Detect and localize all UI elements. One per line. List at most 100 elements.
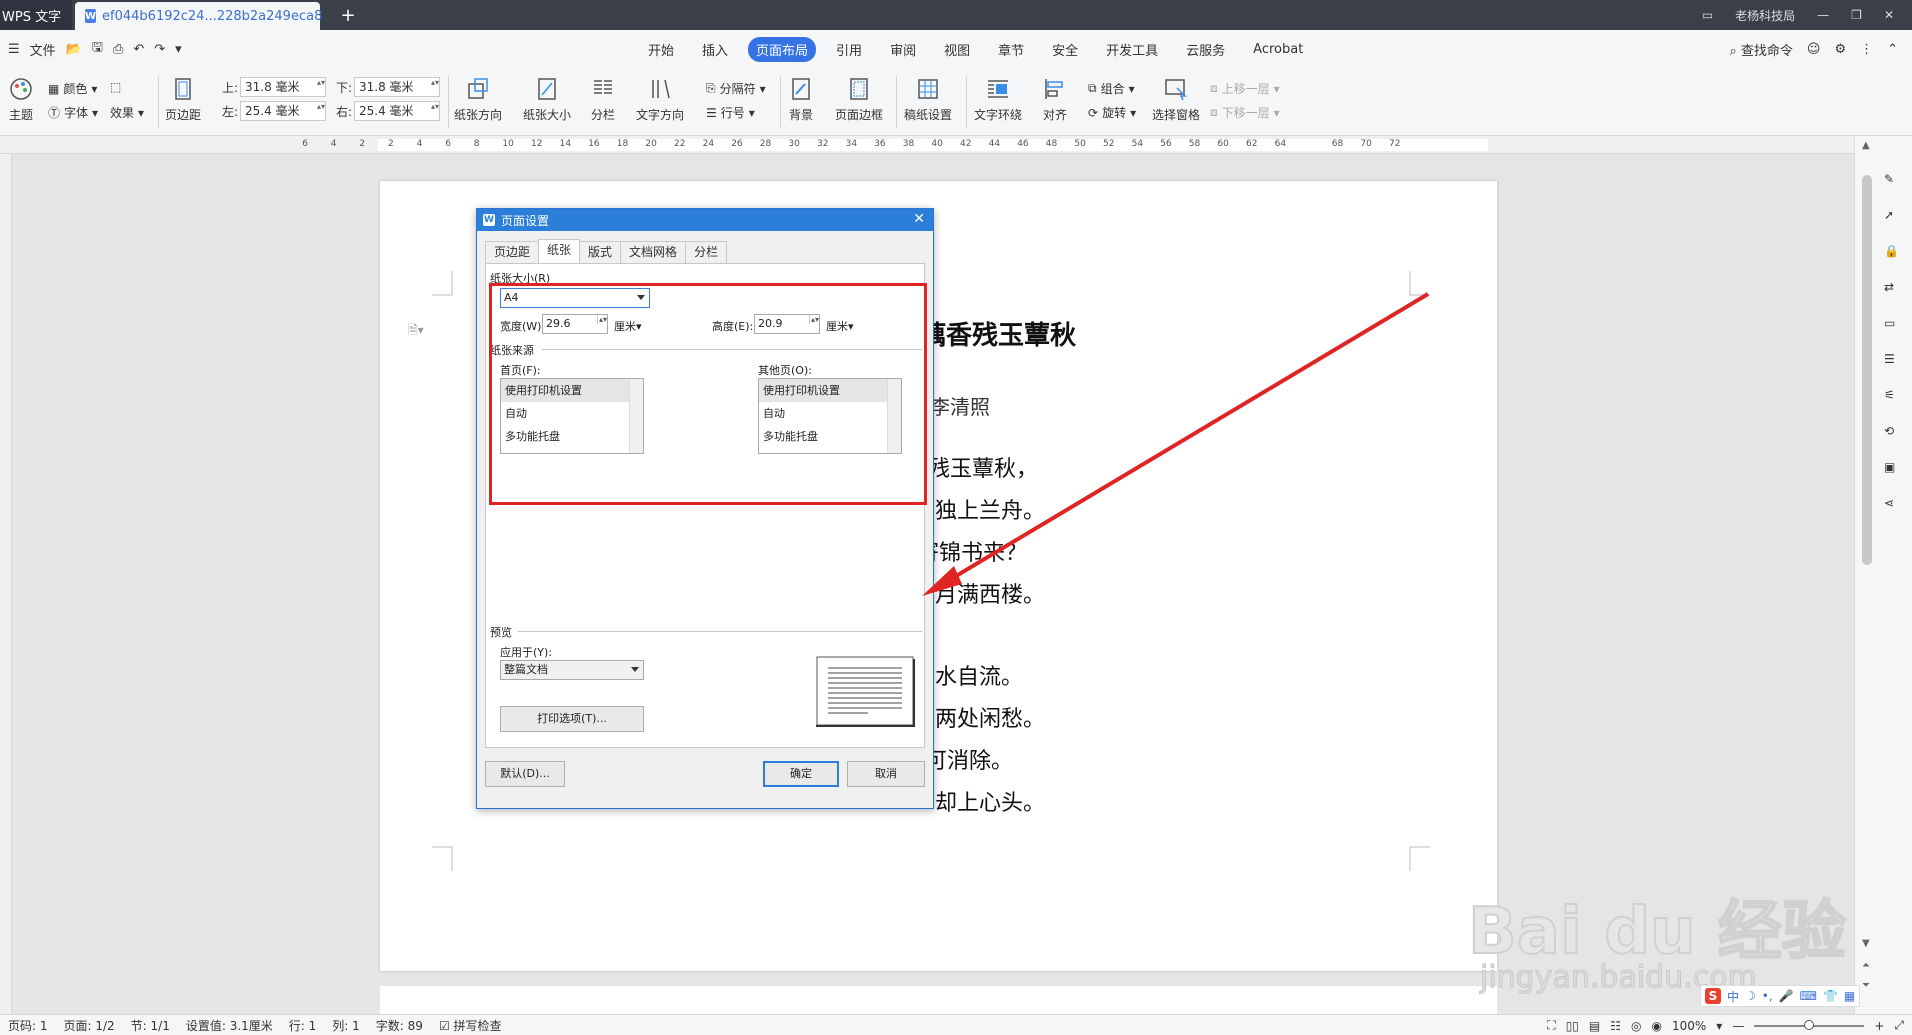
- columns-button[interactable]: 分栏: [590, 76, 616, 123]
- paragraph-icon[interactable]: 🗎▾: [408, 321, 424, 342]
- status-words[interactable]: 字数: 89: [376, 1017, 423, 1034]
- bottom-margin-input[interactable]: 31.8 毫米: [354, 77, 440, 97]
- selection-pane-button[interactable]: 选择窗格: [1152, 76, 1200, 123]
- ok-button[interactable]: 确定: [763, 761, 839, 787]
- spell-check[interactable]: ☑ 拼写检查: [439, 1017, 502, 1034]
- read-mode-icon[interactable]: ▯▯: [1566, 1019, 1579, 1033]
- new-tab-button[interactable]: +: [336, 0, 360, 30]
- page-border-button[interactable]: 页面边框: [835, 76, 883, 123]
- page-view-icon[interactable]: ▤: [1589, 1019, 1600, 1033]
- minimize-icon[interactable]: —: [1817, 8, 1829, 22]
- sliders-icon[interactable]: ⚟: [1884, 388, 1902, 406]
- horizontal-ruler[interactable]: 6 4 2 2 4 6 8 10 12 14 16 18 20 22 24 26 28 30 32 34 36 38 40 4…: [0, 136, 1912, 154]
- fullscreen-icon[interactable]: ⛶: [1547, 1018, 1555, 1033]
- tab-review[interactable]: 审阅: [882, 37, 924, 62]
- web-view-icon[interactable]: ◎: [1631, 1019, 1641, 1033]
- dialog-title-bar[interactable]: W 页面设置 ✕: [477, 209, 933, 231]
- tab-document-grid[interactable]: 文档网格: [620, 241, 687, 263]
- color-button[interactable]: ▦ 颜色 ▾: [48, 80, 97, 97]
- dialog-close-icon[interactable]: ✕: [913, 211, 925, 227]
- text-direction-button[interactable]: 文字方向: [636, 76, 684, 123]
- fit-icon[interactable]: ⤢: [1894, 1018, 1904, 1033]
- undo-icon[interactable]: ↶: [133, 42, 144, 57]
- tab-paper[interactable]: 纸张: [538, 239, 581, 263]
- print-icon[interactable]: ⎙: [113, 42, 123, 57]
- cancel-button[interactable]: 取消: [847, 761, 925, 787]
- print-options-button[interactable]: 打印选项(T)...: [500, 706, 644, 732]
- tab-security[interactable]: 安全: [1044, 37, 1086, 62]
- chat-icon[interactable]: ☺: [1807, 42, 1821, 57]
- apply-to-select[interactable]: 整篇文档: [500, 660, 644, 680]
- text-wrap-button[interactable]: 文字环绕: [974, 76, 1022, 123]
- save-icon[interactable]: 🖫: [92, 38, 103, 60]
- prev-page-icon[interactable]: ⏶: [1862, 960, 1870, 971]
- ime-mode-icon[interactable]: 中: [1727, 988, 1739, 1005]
- manuscript-button[interactable]: 稿纸设置: [904, 76, 952, 123]
- zoom-out-icon[interactable]: —: [1732, 1019, 1744, 1033]
- image-icon[interactable]: ▣: [1884, 460, 1902, 478]
- grid-icon[interactable]: ▦: [1844, 989, 1855, 1003]
- lock-icon[interactable]: 🔒: [1884, 244, 1902, 262]
- punct-icon[interactable]: •,: [1762, 989, 1773, 1003]
- tab-insert[interactable]: 插入: [694, 37, 736, 62]
- font-button[interactable]: Ⓣ 字体 ▾: [48, 104, 98, 121]
- zoom-value[interactable]: 100%: [1672, 1019, 1706, 1033]
- cursor-icon[interactable]: ➚: [1884, 208, 1902, 226]
- tab-cloud[interactable]: 云服务: [1178, 37, 1233, 62]
- mic-icon[interactable]: 🎤: [1779, 989, 1794, 1003]
- background-button[interactable]: 背景: [788, 76, 814, 123]
- status-col[interactable]: 列: 1: [332, 1017, 360, 1034]
- outline-view-icon[interactable]: ☷: [1610, 1019, 1621, 1033]
- send-backward-button[interactable]: ⧈ 下移一层 ▾: [1210, 104, 1280, 121]
- open-icon[interactable]: 📂: [66, 42, 82, 57]
- translate-icon[interactable]: ⇄: [1884, 280, 1902, 298]
- customize-icon[interactable]: ▾: [175, 42, 182, 57]
- more-icon[interactable]: ⋮: [1860, 42, 1873, 57]
- status-pages[interactable]: 页面: 1/2: [64, 1017, 115, 1034]
- effect-button[interactable]: 效果 ▾: [110, 104, 144, 121]
- status-row[interactable]: 行: 1: [289, 1017, 317, 1034]
- default-button[interactable]: 默认(D)...: [485, 761, 565, 787]
- tab-view[interactable]: 视图: [936, 37, 978, 62]
- orientation-button[interactable]: 纸张方向: [454, 76, 502, 123]
- tab-page-layout[interactable]: 页面布局: [748, 36, 817, 62]
- sogou-icon[interactable]: S: [1705, 988, 1721, 1004]
- next-page-icon[interactable]: ⏷: [1862, 980, 1870, 991]
- zoom-slider[interactable]: [1754, 1019, 1865, 1030]
- right-margin-input[interactable]: 25.4 毫米: [354, 101, 440, 121]
- edit-icon[interactable]: ✎: [1884, 172, 1902, 190]
- rotate-button[interactable]: ⟳ 旋转 ▾: [1088, 104, 1136, 121]
- user-name[interactable]: 老杨科技局: [1735, 7, 1795, 24]
- tab-margins[interactable]: 页边距: [485, 241, 540, 263]
- scroll-down-icon[interactable]: ▼: [1862, 938, 1870, 949]
- top-margin-input[interactable]: 31.8 毫米: [240, 77, 326, 97]
- redo-icon[interactable]: ↷: [154, 42, 165, 57]
- gear-icon[interactable]: ⚙: [1834, 42, 1846, 57]
- file-menu[interactable]: 文件: [30, 40, 56, 59]
- theme-button[interactable]: 主题: [8, 76, 34, 123]
- status-page-number[interactable]: 页码: 1: [8, 1017, 48, 1034]
- archive-icon[interactable]: ▭: [1884, 316, 1902, 334]
- moon-icon[interactable]: ☽: [1745, 989, 1756, 1003]
- share-icon[interactable]: ⋖: [1884, 496, 1902, 514]
- shirt-icon[interactable]: 👕: [1823, 989, 1838, 1003]
- vertical-ruler[interactable]: [0, 154, 12, 1014]
- status-section[interactable]: 节: 1/1: [131, 1017, 170, 1034]
- menu-icon[interactable]: ☰: [8, 42, 20, 57]
- margins-button[interactable]: 页边距: [165, 76, 201, 123]
- collapse-icon[interactable]: ⌃: [1887, 42, 1898, 57]
- app-tab[interactable]: WPS 文字: [0, 0, 72, 30]
- scroll-up-icon[interactable]: ▲: [1862, 140, 1870, 151]
- group-button[interactable]: ⧉ 组合 ▾: [1088, 80, 1135, 97]
- tablet-icon[interactable]: ▭: [1702, 8, 1713, 22]
- document-tab[interactable]: W ef044b6192c24...228b2a249eca8: [75, 2, 322, 30]
- bring-forward-button[interactable]: ⧈ 上移一层 ▾: [1210, 80, 1280, 97]
- left-margin-input[interactable]: 25.4 毫米: [240, 101, 326, 121]
- history-icon[interactable]: ⟲: [1884, 424, 1902, 442]
- list-icon[interactable]: ☰: [1884, 352, 1902, 370]
- tab-home[interactable]: 开始: [640, 37, 682, 62]
- tab-developer[interactable]: 开发工具: [1098, 37, 1166, 62]
- breaks-button[interactable]: ⎘ 分隔符 ▾: [706, 80, 766, 97]
- search-command[interactable]: ⌕ 查找命令: [1729, 40, 1792, 59]
- maximize-icon[interactable]: ❐: [1851, 8, 1862, 22]
